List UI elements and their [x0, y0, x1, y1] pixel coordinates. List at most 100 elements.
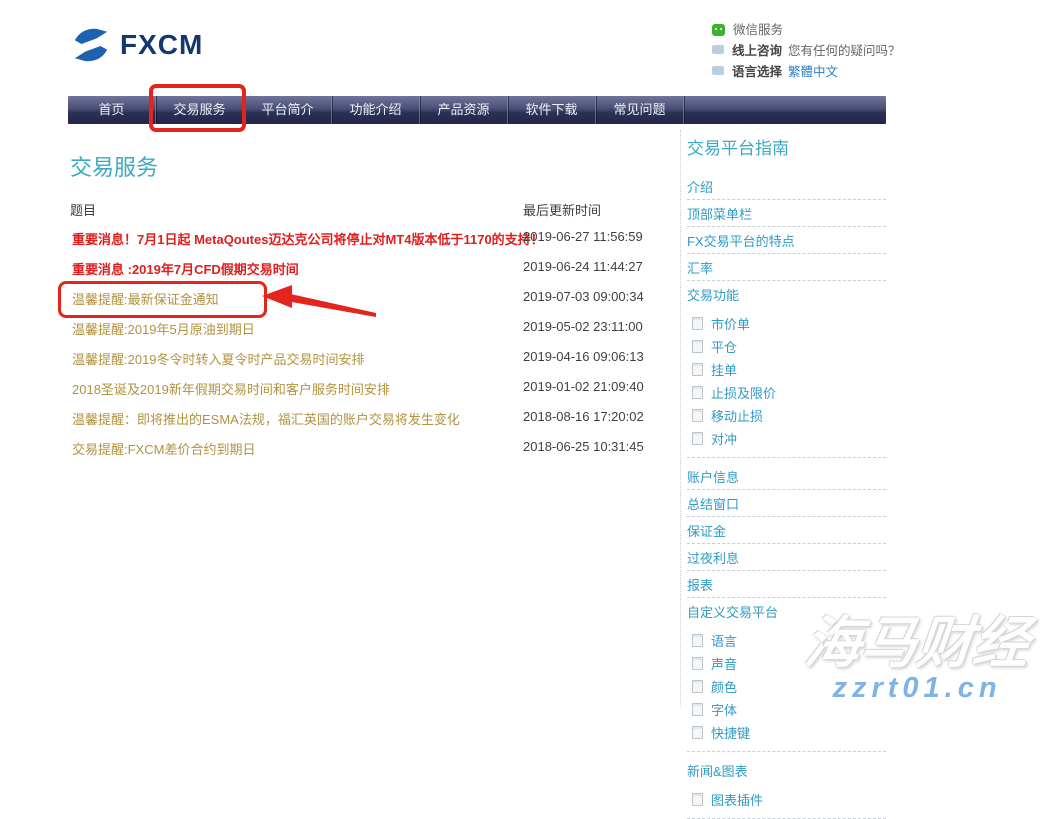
sidebar-item-label: 自定义交易平台 [687, 605, 778, 620]
table-row: 重要消息 :2019年7月CFD假期交易时间 2019-06-24 11:44:2… [70, 252, 670, 282]
sidebar-item[interactable]: 新闻&图表 [687, 757, 886, 783]
sidebar-item[interactable]: 介绍 [687, 173, 886, 200]
table-row: 温馨提醒:2019冬令时转入夏令时产品交易时间安排2019-04-16 09:0… [70, 342, 670, 372]
sidebar-subitem[interactable]: 语言 [692, 629, 886, 652]
table-row: 温馨提醒:2019年5月原油到期日 2019-05-02 23:11:00 [70, 312, 670, 342]
sidebar-subitem[interactable]: 移动止损 [692, 404, 886, 427]
online-chat-text: 线上咨询您有任何的疑问吗？ [732, 43, 901, 60]
document-icon [692, 634, 703, 647]
sidebar-subitem[interactable]: 对冲 [687, 427, 886, 458]
traditional-chinese-link[interactable]: 繁體中文 [788, 65, 838, 79]
document-icon [692, 726, 703, 739]
sidebar-item-label: FX交易平台的特点 [687, 234, 795, 249]
sidebar-subitem[interactable]: 图表插件 [687, 788, 886, 819]
nav-item-软件下载[interactable]: 软件下载 [508, 96, 596, 124]
announcement-rows: 重要消息！7月1日起 MetaQoutes迈达克公司将停止对MT4版本低于117… [70, 222, 670, 462]
announcement-link[interactable]: 温馨提醒：即将推出的ESMA法规，福汇英国的账户交易将发生变化 [72, 409, 460, 428]
nav-item-首页[interactable]: 首页 [68, 96, 156, 124]
sidebar-item-label: 过夜利息 [687, 551, 739, 566]
document-icon [692, 340, 703, 353]
sidebar-item-label: 账户信息 [687, 470, 739, 485]
announcement-link[interactable]: 重要消息 :2019年7月CFD假期交易时间 [72, 259, 299, 278]
announcement-link[interactable]: 温馨提醒:2019冬令时转入夏令时产品交易时间安排 [72, 349, 365, 368]
online-chat-link[interactable]: 线上咨询您有任何的疑问吗？ [712, 43, 902, 60]
sidebar-item-label: 总结窗口 [687, 497, 739, 512]
wechat-service-label: 微信服务 [733, 22, 783, 39]
announcement-link[interactable]: 2018圣诞及2019新年假期交易时间和客户服务时间安排 [72, 379, 390, 398]
sidebar-item-label: 对冲 [711, 429, 737, 448]
sidebar-item-label: 图表插件 [711, 790, 763, 809]
announcement-date: 2018-08-16 17:20:02 [523, 409, 644, 424]
sidebar-subitem[interactable]: 声音 [692, 652, 886, 675]
page-title: 交易服务 [70, 150, 158, 182]
nav-item-常见问题[interactable]: 常见问题 [596, 96, 684, 124]
table-row: 交易提醒:FXCM差价合约到期日 2018-06-25 10:31:45 [70, 432, 670, 462]
sidebar-item[interactable]: FX交易平台的特点 [687, 227, 886, 254]
sidebar-subitem[interactable]: 平仓 [692, 335, 886, 358]
nav-item-平台简介[interactable]: 平台简介 [244, 96, 332, 124]
nav-item-交易服务[interactable]: 交易服务 [156, 96, 244, 124]
announcement-link[interactable]: 温馨提醒:最新保证金通知 [72, 289, 219, 308]
table-row: 温馨提醒：即将推出的ESMA法规，福汇英国的账户交易将发生变化 2018-08-1… [70, 402, 670, 432]
sidebar-subitem[interactable]: 颜色 [692, 675, 886, 698]
sidebar-item[interactable]: 账户信息 [687, 463, 886, 490]
document-icon [692, 363, 703, 376]
chat-bubble-icon [712, 45, 724, 54]
sidebar-item[interactable]: 保证金 [687, 517, 886, 544]
nav-item-功能介绍[interactable]: 功能介绍 [332, 96, 420, 124]
table-row: 2018圣诞及2019新年假期交易时间和客户服务时间安排2019-01-02 2… [70, 372, 670, 402]
sidebar-item-label: 快捷键 [711, 723, 750, 742]
announcement-link[interactable]: 交易提醒:FXCM差价合约到期日 [72, 439, 255, 458]
sidebar-subitem[interactable]: 止损及限价 [692, 381, 886, 404]
online-chat-question: 您有任何的疑问吗？ [788, 44, 901, 58]
table-row: 温馨提醒:最新保证金通知2019-07-03 09:00:34 [70, 282, 670, 312]
document-icon [692, 657, 703, 670]
announcement-link[interactable]: 温馨提醒:2019年5月原油到期日 [72, 319, 255, 338]
announcement-date: 2019-06-24 11:44:27 [523, 259, 643, 274]
sidebar-list: 介绍顶部菜单栏 FX交易平台的特点汇率交易功能市价单平仓挂单止损及限价移动止损对冲… [687, 173, 886, 819]
nav-item-产品资源[interactable]: 产品资源 [420, 96, 508, 124]
document-icon [692, 317, 703, 330]
document-icon [692, 680, 703, 693]
sidebar-item[interactable]: 报表 [687, 571, 886, 598]
sidebar-item[interactable]: 自定义交易平台 [687, 598, 886, 624]
sidebar-item-label: 顶部菜单栏 [687, 207, 752, 222]
sidebar-item[interactable]: 过夜利息 [687, 544, 886, 571]
language-select: 语言选择繁體中文 [712, 64, 902, 81]
sidebar-item-label: 报表 [687, 578, 713, 593]
document-icon [692, 386, 703, 399]
sidebar-item-label: 移动止损 [711, 406, 763, 425]
sidebar-item-label: 声音 [711, 654, 737, 673]
announcement-date: 2019-06-27 11:56:59 [523, 229, 643, 244]
table-header: 题目 最后更新时间 [70, 200, 670, 219]
sidebar-item-label: 平仓 [711, 337, 737, 356]
sidebar-item-label: 市价单 [711, 314, 750, 333]
announcement-date: 2018-06-25 10:31:45 [523, 439, 644, 454]
sidebar-item-label: 语言 [711, 631, 737, 650]
language-select-text: 语言选择繁體中文 [732, 64, 838, 81]
wechat-service-link[interactable]: 微信服务 [712, 22, 902, 39]
sidebar-item[interactable]: 交易功能 [687, 281, 886, 307]
sidebar-item-label: 汇率 [687, 261, 713, 276]
column-header-date: 最后更新时间 [523, 200, 601, 219]
sidebar-subitem[interactable]: 字体 [692, 698, 886, 721]
fxcm-logo[interactable]: FXCM [68, 26, 203, 64]
sidebar-subitem[interactable]: 市价单 [692, 312, 886, 335]
sidebar-title: 交易平台指南 [687, 134, 886, 159]
sidebar-item[interactable]: 总结窗口 [687, 490, 886, 517]
sidebar-subitem[interactable]: 挂单 [692, 358, 886, 381]
sidebar-item-label: 交易功能 [687, 288, 739, 303]
chat-bubble-icon [712, 66, 724, 75]
announcement-link[interactable]: 重要消息！7月1日起 MetaQoutes迈达克公司将停止对MT4版本低于117… [72, 229, 544, 248]
table-row: 重要消息！7月1日起 MetaQoutes迈达克公司将停止对MT4版本低于117… [70, 222, 670, 252]
announcement-date: 2019-05-02 23:11:00 [523, 319, 643, 334]
sidebar-item-label: 保证金 [687, 524, 726, 539]
sidebar-item[interactable]: 汇率 [687, 254, 886, 281]
wechat-icon [712, 24, 725, 36]
sidebar-item-label: 新闻&图表 [687, 764, 748, 779]
page: FXCM 微信服务 线上咨询您有任何的疑问吗？ 语言选择繁體中文 首页交易服务平… [0, 0, 1055, 706]
sidebar-item-label: 颜色 [711, 677, 737, 696]
sidebar-item-label: 挂单 [711, 360, 737, 379]
sidebar-subitem[interactable]: 快捷键 [687, 721, 886, 752]
sidebar-item[interactable]: 顶部菜单栏 [687, 200, 886, 227]
